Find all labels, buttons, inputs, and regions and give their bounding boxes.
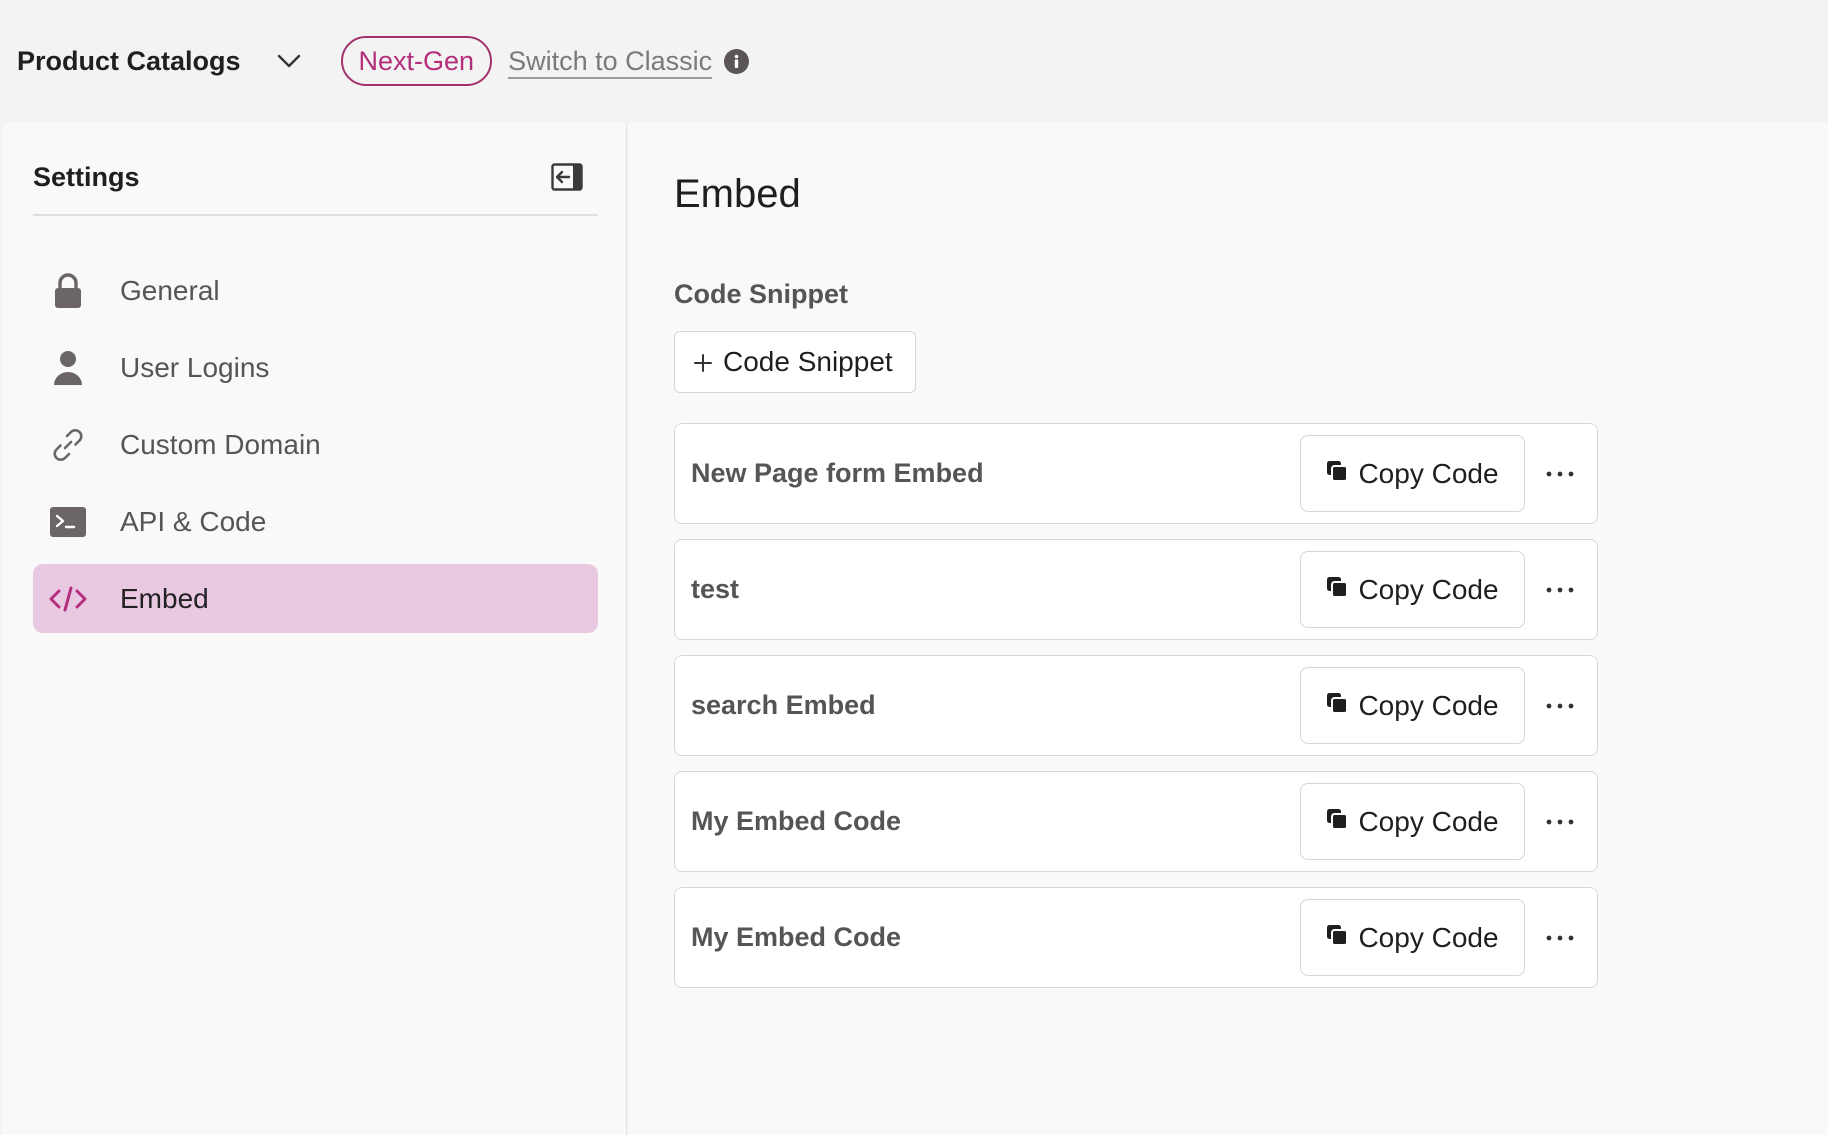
snippet-actions: Copy Code	[1300, 667, 1597, 744]
snippet-actions: Copy Code	[1300, 783, 1597, 860]
more-options-icon[interactable]	[1525, 435, 1595, 512]
main-content: Embed Code Snippet Code Snippet New Page…	[628, 122, 1828, 1135]
section-label: Code Snippet	[674, 279, 848, 309]
page-title: Embed	[674, 172, 801, 216]
snippet-actions: Copy Code	[1300, 899, 1597, 976]
copy-code-label: Copy Code	[1358, 573, 1499, 605]
copy-code-button[interactable]: Copy Code	[1300, 667, 1525, 744]
copy-code-label: Copy Code	[1358, 921, 1499, 953]
copy-code-label: Copy Code	[1358, 689, 1499, 721]
settings-sidebar: Settings General User Logins Custom Doma…	[2, 122, 627, 1135]
copy-code-label: Copy Code	[1358, 457, 1499, 489]
copy-icon	[1326, 924, 1349, 951]
more-options-icon[interactable]	[1525, 667, 1595, 744]
snippet-actions: Copy Code	[1300, 435, 1597, 512]
copy-icon	[1326, 576, 1349, 603]
lock-icon	[49, 272, 87, 310]
app-title: Product Catalogs	[17, 45, 241, 76]
copy-code-button[interactable]: Copy Code	[1300, 435, 1525, 512]
more-options-icon[interactable]	[1525, 783, 1595, 860]
link-icon	[49, 426, 87, 464]
snippet-name: My Embed Code	[691, 806, 902, 836]
terminal-icon	[49, 503, 87, 541]
snippet-row: test Copy Code	[674, 539, 1598, 640]
snippet-actions: Copy Code	[1300, 551, 1597, 628]
more-options-icon[interactable]	[1525, 551, 1595, 628]
snippet-row: New Page form Embed Copy Code	[674, 423, 1598, 524]
next-gen-badge: Next-Gen	[340, 36, 493, 86]
user-icon	[49, 349, 87, 387]
add-code-snippet-label: Code Snippet	[723, 346, 893, 377]
snippet-row: My Embed Code Copy Code	[674, 771, 1598, 872]
plus-icon	[693, 346, 713, 378]
copy-code-button[interactable]: Copy Code	[1300, 899, 1525, 976]
snippet-name: test	[691, 574, 740, 604]
app-switcher-chevron-icon[interactable]	[271, 43, 307, 79]
sidebar-item-general[interactable]: General	[33, 256, 598, 325]
sidebar-item-label: Embed	[120, 582, 209, 614]
collapse-sidebar-icon[interactable]	[548, 158, 586, 196]
snippet-row: My Embed Code Copy Code	[674, 887, 1598, 988]
top-bar: Product Catalogs Next-Gen Switch to Clas…	[0, 0, 1828, 122]
snippet-name: My Embed Code	[691, 922, 902, 952]
copy-code-button[interactable]: Copy Code	[1300, 783, 1525, 860]
add-code-snippet-button[interactable]: Code Snippet	[674, 331, 916, 393]
settings-nav: General User Logins Custom Domain API & …	[33, 256, 598, 641]
code-icon	[49, 580, 87, 618]
sidebar-item-custom-domain[interactable]: Custom Domain	[33, 410, 598, 479]
snippet-name: search Embed	[691, 690, 876, 720]
snippet-list: New Page form Embed Copy Code test Copy …	[674, 423, 1598, 1003]
copy-code-label: Copy Code	[1358, 805, 1499, 837]
sidebar-item-label: API & Code	[120, 505, 267, 537]
sidebar-item-api-code[interactable]: API & Code	[33, 487, 598, 556]
switch-to-classic-link[interactable]: Switch to Classic	[508, 46, 712, 77]
sidebar-item-embed[interactable]: Embed	[33, 564, 598, 633]
info-icon[interactable]	[724, 48, 750, 74]
sidebar-item-label: General	[120, 274, 220, 306]
copy-code-button[interactable]: Copy Code	[1300, 551, 1525, 628]
snippet-name: New Page form Embed	[691, 458, 984, 488]
sidebar-header: Settings	[33, 152, 598, 216]
sidebar-title: Settings	[33, 161, 140, 192]
copy-icon	[1326, 808, 1349, 835]
copy-icon	[1326, 692, 1349, 719]
copy-icon	[1326, 460, 1349, 487]
sidebar-item-user-logins[interactable]: User Logins	[33, 333, 598, 402]
sidebar-item-label: Custom Domain	[120, 428, 321, 460]
sidebar-item-label: User Logins	[120, 351, 270, 383]
more-options-icon[interactable]	[1525, 899, 1595, 976]
snippet-row: search Embed Copy Code	[674, 655, 1598, 756]
